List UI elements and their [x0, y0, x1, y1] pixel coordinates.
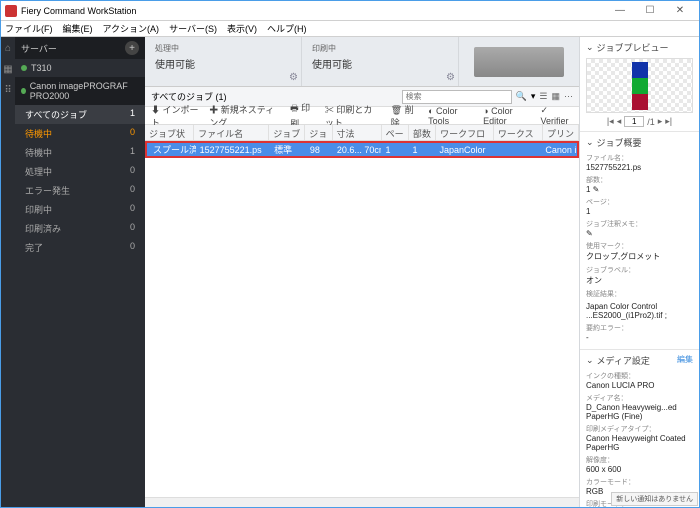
- close-button[interactable]: ✕: [665, 1, 695, 21]
- column-header-cell[interactable]: ワークスペース: [494, 125, 543, 140]
- search-input[interactable]: [402, 90, 512, 104]
- view-list-icon[interactable]: ☰: [539, 91, 547, 102]
- toolbar-button[interactable]: ✓ Verifier: [541, 105, 574, 126]
- column-header-cell[interactable]: ジョブID: [305, 125, 332, 140]
- menu-item[interactable]: ヘルプ(H): [267, 22, 307, 35]
- pager-first-icon[interactable]: |◂: [607, 116, 614, 127]
- menu-item[interactable]: アクション(A): [103, 22, 160, 35]
- window-title: Fiery Command WorkStation: [21, 6, 605, 16]
- gear-icon[interactable]: ⚙: [446, 72, 455, 83]
- column-header-cell[interactable]: 寸法: [333, 125, 382, 140]
- server-item[interactable]: Canon imagePROGRAF PRO2000: [15, 77, 145, 105]
- media-section-title[interactable]: メディア設定: [586, 354, 650, 367]
- sidebar-item[interactable]: 処理中0: [15, 162, 145, 181]
- summary-row: 要約エラー：-: [586, 323, 693, 342]
- page-icon[interactable]: ▦: [3, 64, 12, 75]
- column-header: ジョブ状況ファイル名ジョブの種類ジョブID寸法ページ部数ワークフローワークスペー…: [145, 125, 579, 141]
- sidebar-header: サーバー +: [15, 37, 145, 59]
- pager-prev-icon[interactable]: ◂: [617, 116, 622, 127]
- media-row: インクの種類：Canon LUCIA PRO: [586, 371, 693, 390]
- list-title: すべてのジョブ (1): [151, 90, 227, 103]
- sidebar-item[interactable]: 待機中0: [15, 124, 145, 143]
- job-row[interactable]: スプール済み 1527755221.ps 標準 98 20.6... 70cm …: [145, 141, 579, 158]
- column-header-cell[interactable]: ファイル名: [194, 125, 269, 140]
- sidebar: サーバー + T310Canon imagePROGRAF PRO2000 すべ…: [15, 37, 145, 507]
- minimize-button[interactable]: —: [605, 1, 635, 21]
- grid-icon[interactable]: ⠿: [4, 85, 11, 96]
- maximize-button[interactable]: ☐: [635, 1, 665, 21]
- summary-row: ジョブ注釈メモ：✎: [586, 219, 693, 238]
- app-icon: [5, 5, 17, 17]
- main-area: 処理中 使用可能 ⚙ 印刷中 使用可能 ⚙ すべてのジョブ (1) 🔍 ▾: [145, 37, 579, 507]
- sidebar-item[interactable]: 完了0: [15, 238, 145, 257]
- view-grid-icon[interactable]: ▦: [551, 91, 560, 102]
- titlebar: Fiery Command WorkStation — ☐ ✕: [1, 1, 699, 21]
- media-edit-link[interactable]: 編集: [677, 354, 693, 371]
- sidebar-item[interactable]: 待機中1: [15, 143, 145, 162]
- media-row: 解像度：600 x 600: [586, 455, 693, 474]
- home-icon[interactable]: ⌂: [5, 43, 11, 54]
- toolbar: ⬇ インポート✚ 新規ネスティング🖶 印刷✂ 印刷とカット🗑 削除◐ Color…: [145, 107, 579, 125]
- media-row: 印刷メディアタイプ：Canon Heavyweight Coated Paper…: [586, 424, 693, 452]
- toolbar-button[interactable]: ◑ Color Editor: [483, 106, 530, 126]
- notification-status: 新しい通知はありません: [611, 492, 698, 506]
- sidebar-item[interactable]: 印刷中0: [15, 200, 145, 219]
- job-list: スプール済み 1527755221.ps 標準 98 20.6... 70cm …: [145, 141, 579, 507]
- pager-last-icon[interactable]: ▸|: [665, 116, 672, 127]
- menubar: ファイル(F) 編集(E) アクション(A) サーバー(S) 表示(V) ヘルプ(H): [1, 21, 699, 37]
- column-header-cell[interactable]: プリンター: [543, 125, 579, 140]
- search-icon[interactable]: 🔍: [516, 91, 527, 102]
- column-header-cell[interactable]: ジョブ状況: [145, 125, 194, 140]
- summary-row: ページ：1: [586, 197, 693, 216]
- printing-status: 印刷中 使用可能 ⚙: [302, 37, 459, 86]
- pager: |◂ ◂ /1 ▸ ▸|: [586, 116, 693, 127]
- summary-row: 使用マーク：クロップ,グロメット: [586, 241, 693, 262]
- menu-item[interactable]: 表示(V): [227, 22, 257, 35]
- pager-input[interactable]: [624, 116, 644, 127]
- menu-item[interactable]: ファイル(F): [5, 22, 53, 35]
- column-header-cell[interactable]: ジョブの種類: [269, 125, 305, 140]
- media-row: メディア名：D_Canon Heavyweig...ed PaperHG (Fi…: [586, 393, 693, 421]
- printer-image: [459, 37, 579, 86]
- view-more-icon[interactable]: ⋯: [564, 91, 573, 102]
- column-header-cell[interactable]: 部数: [409, 125, 436, 140]
- add-server-button[interactable]: +: [125, 41, 139, 55]
- iconstrip: ⌂ ▦ ⠿: [1, 37, 15, 507]
- menu-item[interactable]: サーバー(S): [169, 22, 217, 35]
- dropdown-icon[interactable]: ▾: [531, 91, 536, 102]
- column-header-cell[interactable]: ページ: [382, 125, 409, 140]
- server-item[interactable]: T310: [15, 59, 145, 77]
- menu-item[interactable]: 編集(E): [63, 22, 93, 35]
- summary-row: Japan Color Control ...ES2000_(i1Pro2).t…: [586, 302, 693, 320]
- sidebar-item[interactable]: すべてのジョブ1: [15, 105, 145, 124]
- job-preview: [586, 58, 693, 113]
- processing-status: 処理中 使用可能 ⚙: [145, 37, 302, 86]
- sidebar-title: サーバー: [21, 42, 57, 55]
- summary-row: ジョブラベル：オン: [586, 265, 693, 286]
- toolbar-button[interactable]: ◐ Color Tools: [428, 106, 473, 126]
- preview-section-title[interactable]: ジョブプレビュー: [586, 41, 693, 54]
- pager-next-icon[interactable]: ▸: [658, 116, 663, 127]
- right-panel: ジョブプレビュー |◂ ◂ /1 ▸ ▸| ジョブ概要 ファイル名：152775…: [579, 37, 699, 507]
- summary-row: 部数：1 ✎: [586, 175, 693, 194]
- summary-row: ファイル名：1527755221.ps: [586, 153, 693, 172]
- column-header-cell[interactable]: ワークフロー: [436, 125, 494, 140]
- sidebar-item[interactable]: エラー発生0: [15, 181, 145, 200]
- gear-icon[interactable]: ⚙: [289, 72, 298, 83]
- summary-section-title[interactable]: ジョブ概要: [586, 136, 693, 149]
- statusbar: 処理中 使用可能 ⚙ 印刷中 使用可能 ⚙: [145, 37, 579, 87]
- horizontal-scrollbar[interactable]: [145, 497, 579, 507]
- sidebar-item[interactable]: 印刷済み0: [15, 219, 145, 238]
- summary-row: 検証結果：: [586, 289, 693, 299]
